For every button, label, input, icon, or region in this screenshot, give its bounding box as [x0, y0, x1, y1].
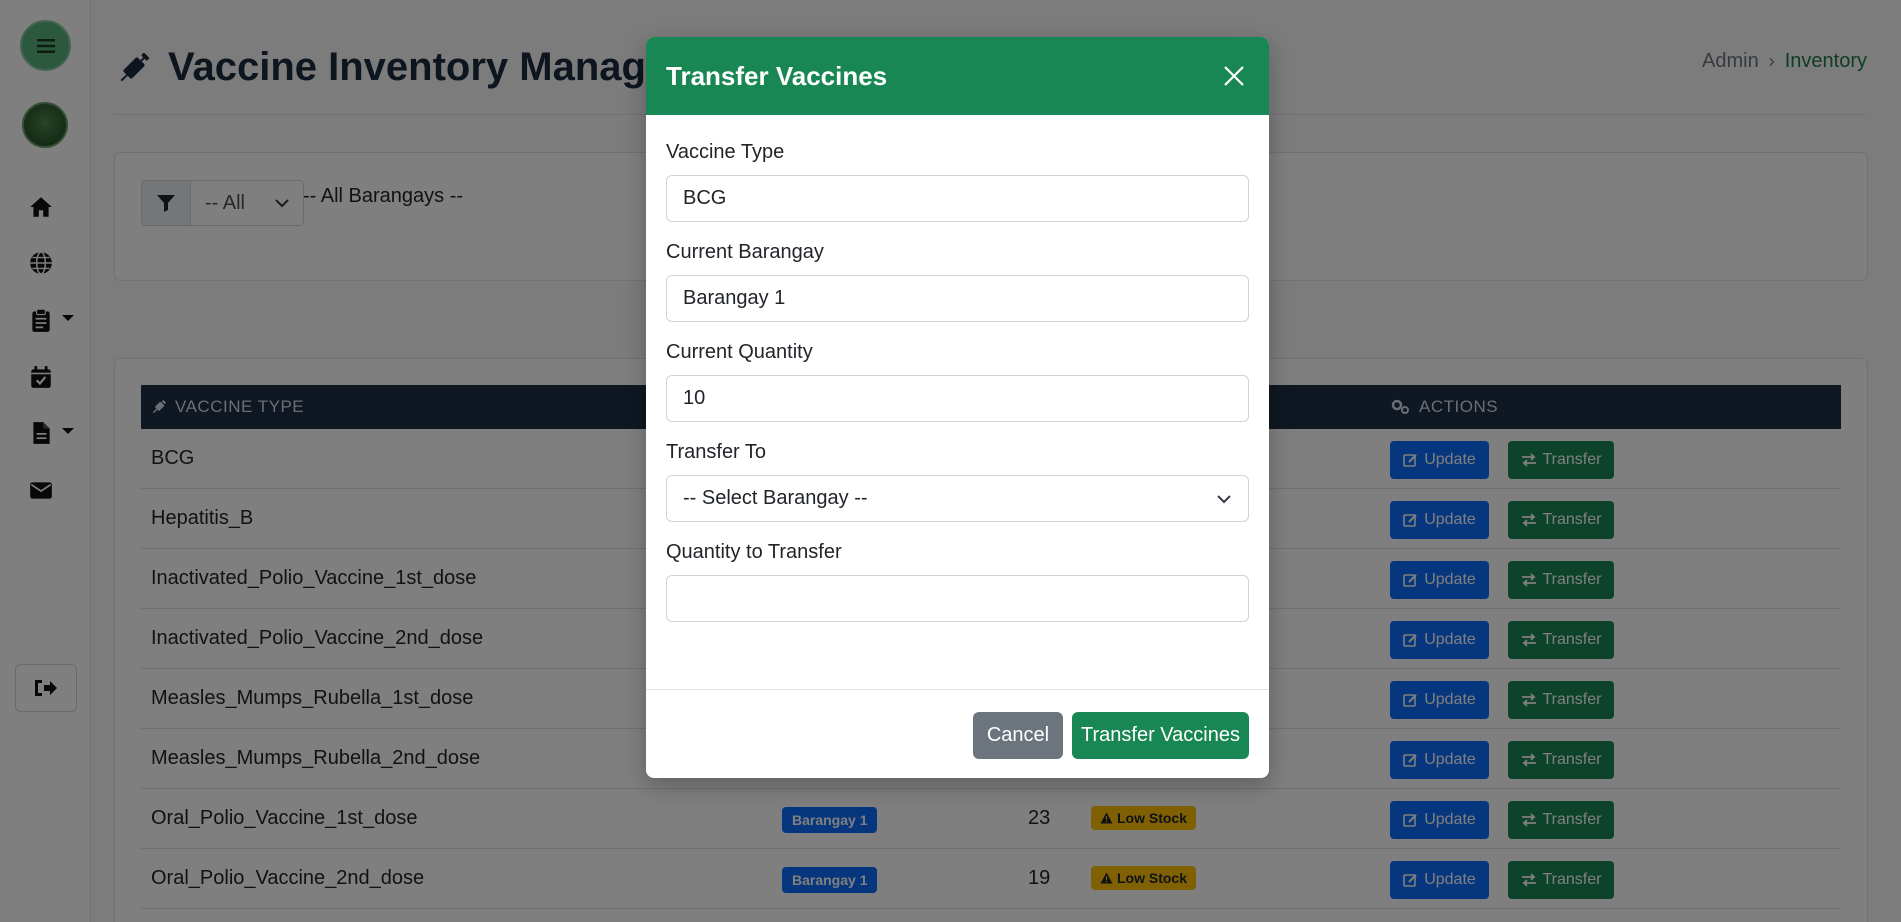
modal-header: Transfer Vaccines — [646, 37, 1269, 115]
vaccine-type-field[interactable]: BCG — [666, 175, 1249, 222]
quantity-to-transfer-input[interactable] — [666, 575, 1249, 622]
current-barangay-value: Barangay 1 — [683, 287, 786, 309]
modal-title: Transfer Vaccines — [666, 60, 888, 91]
current-barangay-field[interactable]: Barangay 1 — [666, 275, 1249, 322]
transfer-to-select[interactable]: -- Select Barangay -- — [666, 475, 1249, 522]
chevron-down-icon — [1217, 494, 1231, 503]
current-barangay-label: Current Barangay — [666, 241, 824, 263]
modal-footer-divider — [646, 689, 1269, 690]
vaccine-type-label: Vaccine Type — [666, 141, 785, 163]
quantity-to-transfer-label: Quantity to Transfer — [666, 541, 842, 563]
transfer-vaccines-button[interactable]: Transfer Vaccines — [1072, 712, 1249, 759]
transfer-to-value: -- Select Barangay -- — [683, 487, 868, 509]
vaccine-type-value: BCG — [683, 187, 727, 209]
current-quantity-label: Current Quantity — [666, 341, 813, 363]
close-icon — [1224, 66, 1244, 86]
modal-body: Vaccine Type BCG Current Barangay Barang… — [646, 115, 1269, 729]
cancel-button[interactable]: Cancel — [973, 712, 1063, 759]
transfer-vaccines-modal: Transfer Vaccines Vaccine Type BCG Curre… — [646, 37, 1269, 778]
current-quantity-value: 10 — [683, 387, 706, 409]
modal-close-button[interactable] — [1219, 61, 1249, 91]
current-quantity-field[interactable]: 10 — [666, 375, 1249, 422]
transfer-to-label: Transfer To — [666, 441, 767, 463]
